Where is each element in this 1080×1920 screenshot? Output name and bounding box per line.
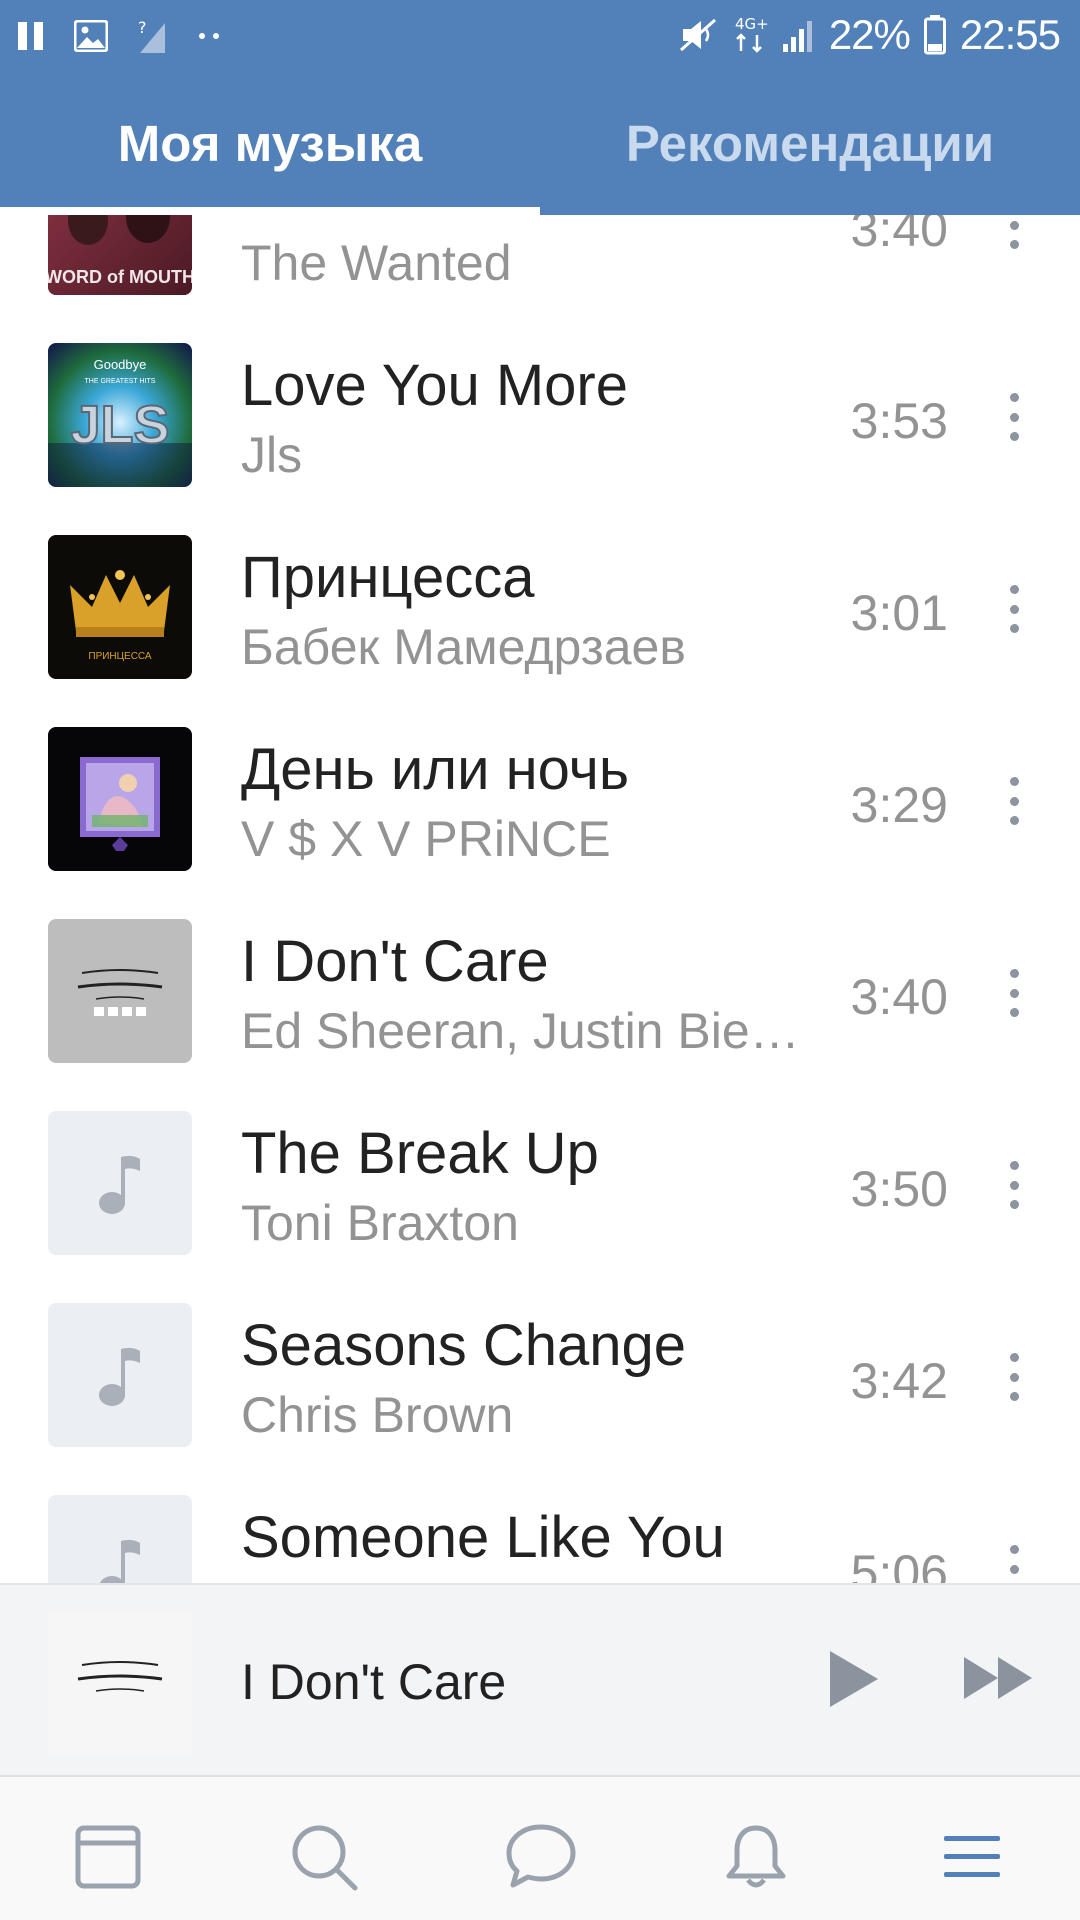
- track-artist: The Wanted: [241, 235, 512, 291]
- player-track-title: I Don't Care: [241, 1654, 507, 1710]
- track-title: I Don't Care: [241, 929, 549, 994]
- notifications-icon[interactable]: [716, 1817, 796, 1897]
- more-notifications-icon: [198, 31, 222, 41]
- signal-icon: [782, 18, 815, 52]
- track-row[interactable]: The Break Up Toni Braxton 3:50: [0, 1063, 1080, 1255]
- album-cover: WORD of MOUTH: [48, 215, 192, 295]
- svg-text:WORD of MOUTH: WORD of MOUTH: [48, 267, 192, 287]
- track-duration: 3:53: [850, 393, 948, 449]
- track-duration: 3:40: [850, 969, 948, 1025]
- more-options-icon[interactable]: [998, 1353, 1030, 1401]
- tab-my-music[interactable]: Моя музыка: [0, 100, 540, 215]
- more-options-icon[interactable]: [998, 1161, 1030, 1209]
- app-header: ? 4G+ 22% 22:55 Моя музыка Рекомендации: [0, 0, 1080, 215]
- more-options-icon[interactable]: [998, 777, 1030, 825]
- track-duration: 3:40: [850, 215, 948, 257]
- track-row[interactable]: Goodbye THE GREATEST HITS JLS Love You M…: [0, 295, 1080, 487]
- track-list[interactable]: WORD of MOUTH The Wanted 3:40 Goodbye TH…: [0, 215, 1080, 1583]
- track-duration: 3:50: [850, 1161, 948, 1217]
- svg-text:ПРИНЦЕССА: ПРИНЦЕССА: [88, 651, 152, 662]
- more-options-icon[interactable]: [998, 1545, 1030, 1583]
- track-duration: 3:42: [850, 1353, 948, 1409]
- tab-recommendations[interactable]: Рекомендации: [540, 100, 1080, 215]
- track-row[interactable]: День или ночь V $ X V PRiNCE 3:29: [0, 679, 1080, 871]
- track-row[interactable]: I Don't Care Ed Sheeran, Justin Bie… 3:4…: [0, 871, 1080, 1063]
- no-signal-icon: ?: [138, 19, 168, 53]
- track-duration: 3:29: [850, 777, 948, 833]
- battery-icon: [923, 15, 946, 55]
- bottom-navigation: [0, 1775, 1080, 1920]
- gallery-icon: [74, 20, 108, 52]
- track-title: The Break Up: [241, 1121, 599, 1186]
- network-type-icon: 4G+: [733, 15, 769, 55]
- active-tab-indicator: [0, 207, 540, 215]
- track-title: Someone Like You: [241, 1505, 725, 1570]
- track-artist: V $ X V PRiNCE: [241, 811, 611, 867]
- search-icon[interactable]: [284, 1817, 364, 1897]
- battery-percent: 22%: [828, 11, 911, 58]
- album-cover: [48, 919, 192, 1063]
- fast-forward-icon[interactable]: [962, 1655, 1036, 1706]
- network-label: 4G+: [735, 15, 769, 33]
- more-options-icon[interactable]: [998, 215, 1030, 249]
- tab-bar: Моя музыка Рекомендации: [0, 100, 1080, 215]
- track-title: Love You More: [241, 353, 628, 418]
- track-row[interactable]: Someone Like You 5:06: [0, 1447, 1080, 1583]
- track-title: Seasons Change: [241, 1313, 686, 1378]
- svg-text:Goodbye: Goodbye: [94, 357, 147, 372]
- track-row[interactable]: Seasons Change Chris Brown 3:42: [0, 1255, 1080, 1447]
- track-duration: 3:01: [850, 585, 948, 641]
- track-row[interactable]: WORD of MOUTH The Wanted 3:40: [0, 215, 1080, 295]
- track-artist: Jls: [241, 427, 303, 483]
- news-icon[interactable]: [68, 1817, 148, 1897]
- music-note-icon: [48, 1495, 192, 1583]
- album-cover: [48, 727, 192, 871]
- more-options-icon[interactable]: [998, 969, 1030, 1017]
- more-options-icon[interactable]: [998, 393, 1030, 441]
- svg-text:?: ?: [138, 19, 147, 37]
- pause-icon: [18, 22, 44, 50]
- track-title: Принцесса: [241, 545, 535, 610]
- music-note-icon: [48, 1303, 192, 1447]
- track-title: День или ночь: [241, 737, 630, 802]
- music-note-icon: [48, 1111, 192, 1255]
- mini-player[interactable]: I Don't Care: [0, 1583, 1080, 1775]
- mute-icon: [679, 16, 719, 54]
- track-artist: Ed Sheeran, Justin Bie…: [241, 1003, 800, 1059]
- track-artist: Toni Braxton: [241, 1195, 519, 1251]
- status-bar: ? 4G+ 22% 22:55: [0, 0, 1080, 72]
- player-album-cover: [48, 1611, 192, 1755]
- clock: 22:55: [959, 11, 1061, 58]
- album-cover: ПРИНЦЕССА: [48, 535, 192, 679]
- svg-text:JLS: JLS: [70, 395, 169, 455]
- more-options-icon[interactable]: [998, 585, 1030, 633]
- track-artist: Бабек Мамедрзаев: [241, 619, 686, 675]
- track-artist: Chris Brown: [241, 1387, 514, 1443]
- svg-text:THE GREATEST HITS: THE GREATEST HITS: [85, 378, 156, 385]
- track-duration: 5:06: [850, 1545, 948, 1583]
- track-row[interactable]: ПРИНЦЕССА Принцесса Бабек Мамедрзаев 3:0…: [0, 487, 1080, 679]
- menu-icon[interactable]: [932, 1817, 1012, 1897]
- messages-icon[interactable]: [501, 1817, 581, 1897]
- album-cover: Goodbye THE GREATEST HITS JLS: [48, 343, 192, 487]
- play-icon[interactable]: [826, 1649, 882, 1714]
